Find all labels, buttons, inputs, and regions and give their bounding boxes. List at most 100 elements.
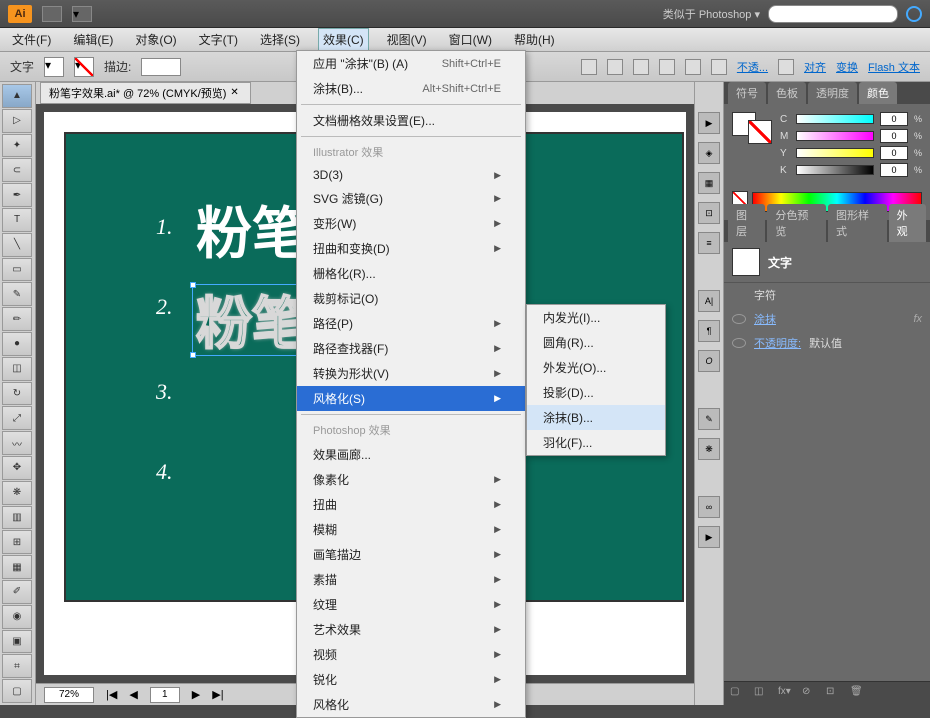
flash-text-link[interactable]: Flash 文本 <box>868 59 920 75</box>
menu-last-effect[interactable]: 涂抹(B)...Alt+Shift+Ctrl+E <box>297 76 525 101</box>
lasso-tool[interactable]: ⊂ <box>2 158 32 182</box>
submenu-scribble[interactable]: 涂抹(B)... <box>527 405 665 430</box>
panel-icon[interactable]: ≡ <box>698 232 720 254</box>
eyedropper-tool[interactable]: ✐ <box>2 580 32 604</box>
submenu-feather[interactable]: 羽化(F)... <box>527 430 665 455</box>
pen-tool[interactable]: ✒ <box>2 183 32 207</box>
c-slider[interactable] <box>796 114 874 124</box>
text-object-1[interactable]: 粉笔 <box>196 189 308 270</box>
livepaint-tool[interactable]: ▣ <box>2 630 32 654</box>
menu-path[interactable]: 路径(P)▶ <box>297 311 525 336</box>
menu-file[interactable]: 文件(F) <box>8 29 55 50</box>
arrange-icon[interactable]: ▾ <box>72 6 92 22</box>
stroke-swatch[interactable]: ▾ <box>74 57 94 77</box>
tab-symbol[interactable]: 符号 <box>728 82 766 104</box>
menu-distort-transform[interactable]: 扭曲和变换(D)▶ <box>297 236 525 261</box>
direct-select-tool[interactable]: ▷ <box>2 109 32 133</box>
nav-prev-icon[interactable]: ◀ <box>129 688 137 701</box>
selection-handle[interactable] <box>190 352 196 358</box>
duplicate-icon[interactable]: ⊡ <box>826 686 842 702</box>
search-input[interactable] <box>768 5 898 23</box>
m-value[interactable] <box>880 129 908 143</box>
menu-doc-raster[interactable]: 文档栅格效果设置(E)... <box>297 108 525 133</box>
menu-distort-ps[interactable]: 扭曲▶ <box>297 492 525 517</box>
scale-tool[interactable]: ⤢ <box>2 406 32 430</box>
slice-tool[interactable]: ⌗ <box>2 654 32 678</box>
blob-tool[interactable]: ● <box>2 332 32 356</box>
nav-next-icon[interactable]: ▶ <box>192 688 200 701</box>
submenu-inner-glow[interactable]: 内发光(I)... <box>527 305 665 330</box>
fill-swatch[interactable]: ▾ <box>44 57 64 77</box>
menu-video[interactable]: 视频▶ <box>297 642 525 667</box>
menu-3d[interactable]: 3D(3)▶ <box>297 164 525 186</box>
visibility-eye-icon[interactable] <box>732 338 746 348</box>
menu-view[interactable]: 视图(V) <box>383 29 431 50</box>
nav-last-icon[interactable]: ▶| <box>212 688 223 701</box>
tab-appearance[interactable]: 外观 <box>889 204 926 242</box>
y-value[interactable] <box>880 146 908 160</box>
panel-icon[interactable]: ▦ <box>698 172 720 194</box>
warp-tool[interactable]: 〰 <box>2 431 32 455</box>
menu-sharpen[interactable]: 锐化▶ <box>297 667 525 692</box>
menu-brush-strokes[interactable]: 画笔描边▶ <box>297 542 525 567</box>
appearance-row-opacity[interactable]: 不透明度: 默认值 <box>724 331 930 355</box>
m-slider[interactable] <box>796 131 874 141</box>
wand-tool[interactable]: ✦ <box>2 134 32 158</box>
mesh-tool[interactable]: ⊞ <box>2 530 32 554</box>
recolor-icon[interactable] <box>778 59 794 75</box>
panel-icon[interactable]: ▶ <box>698 112 720 134</box>
artboard-nav-input[interactable] <box>150 687 180 703</box>
c-value[interactable] <box>880 112 908 126</box>
align-icon[interactable] <box>633 59 649 75</box>
tab-styles[interactable]: 图形样式 <box>828 204 887 242</box>
menu-stylize-ai[interactable]: 风格化(S)▶ <box>297 386 525 411</box>
menu-warp[interactable]: 变形(W)▶ <box>297 211 525 236</box>
menu-help[interactable]: 帮助(H) <box>510 29 559 50</box>
tab-transparency[interactable]: 透明度 <box>808 82 857 104</box>
menu-select[interactable]: 选择(S) <box>256 29 304 50</box>
menu-pixelate[interactable]: 像素化▶ <box>297 467 525 492</box>
brush-tool[interactable]: ✎ <box>2 282 32 306</box>
align-icon[interactable] <box>685 59 701 75</box>
opentype-panel-icon[interactable]: O <box>698 350 720 372</box>
selection-tool[interactable]: ▲ <box>2 84 32 108</box>
tab-separations[interactable]: 分色预览 <box>767 204 826 242</box>
tab-color[interactable]: 颜色 <box>859 82 897 104</box>
type-tool[interactable]: T <box>2 208 32 232</box>
align-link[interactable]: 对齐 <box>804 59 826 75</box>
align-icon[interactable] <box>711 59 727 75</box>
workspace-dropdown[interactable]: 类似于 Photoshop ▾ <box>663 6 760 22</box>
link-panel-icon[interactable]: ∞ <box>698 496 720 518</box>
menu-type[interactable]: 文字(T) <box>195 29 242 50</box>
rotate-tool[interactable]: ↻ <box>2 382 32 406</box>
panel-icon[interactable]: ⊡ <box>698 202 720 224</box>
align-icon[interactable] <box>581 59 597 75</box>
zoom-input[interactable] <box>44 687 94 703</box>
symbol-panel-icon[interactable]: ❋ <box>698 438 720 460</box>
graph-tool[interactable]: ▥ <box>2 506 32 530</box>
tab-layers[interactable]: 图层 <box>728 204 765 242</box>
brush-panel-icon[interactable]: ✎ <box>698 408 720 430</box>
stroke-box[interactable] <box>748 120 772 144</box>
para-panel-icon[interactable]: ¶ <box>698 320 720 342</box>
selection-handle[interactable] <box>190 282 196 288</box>
k-slider[interactable] <box>796 165 874 175</box>
menu-artistic[interactable]: 艺术效果▶ <box>297 617 525 642</box>
gradient-tool[interactable]: ▦ <box>2 555 32 579</box>
line-tool[interactable]: ╲ <box>2 233 32 257</box>
free-transform-tool[interactable]: ✥ <box>2 456 32 480</box>
visibility-eye-icon[interactable] <box>732 314 746 324</box>
pencil-tool[interactable]: ✏ <box>2 307 32 331</box>
align-icon[interactable] <box>659 59 675 75</box>
menu-convert-shape[interactable]: 转换为形状(V)▶ <box>297 361 525 386</box>
bridge-icon[interactable] <box>42 6 62 22</box>
y-slider[interactable] <box>796 148 874 158</box>
menu-pathfinder[interactable]: 路径查找器(F)▶ <box>297 336 525 361</box>
panel-icon[interactable]: ◈ <box>698 142 720 164</box>
nav-first-icon[interactable]: |◀ <box>106 688 117 701</box>
menu-object[interactable]: 对象(O) <box>131 29 180 50</box>
appearance-row-scribble[interactable]: 涂抹 fx <box>724 307 930 331</box>
submenu-drop-shadow[interactable]: 投影(D)... <box>527 380 665 405</box>
tab-swatch[interactable]: 色板 <box>768 82 806 104</box>
menu-blur[interactable]: 模糊▶ <box>297 517 525 542</box>
